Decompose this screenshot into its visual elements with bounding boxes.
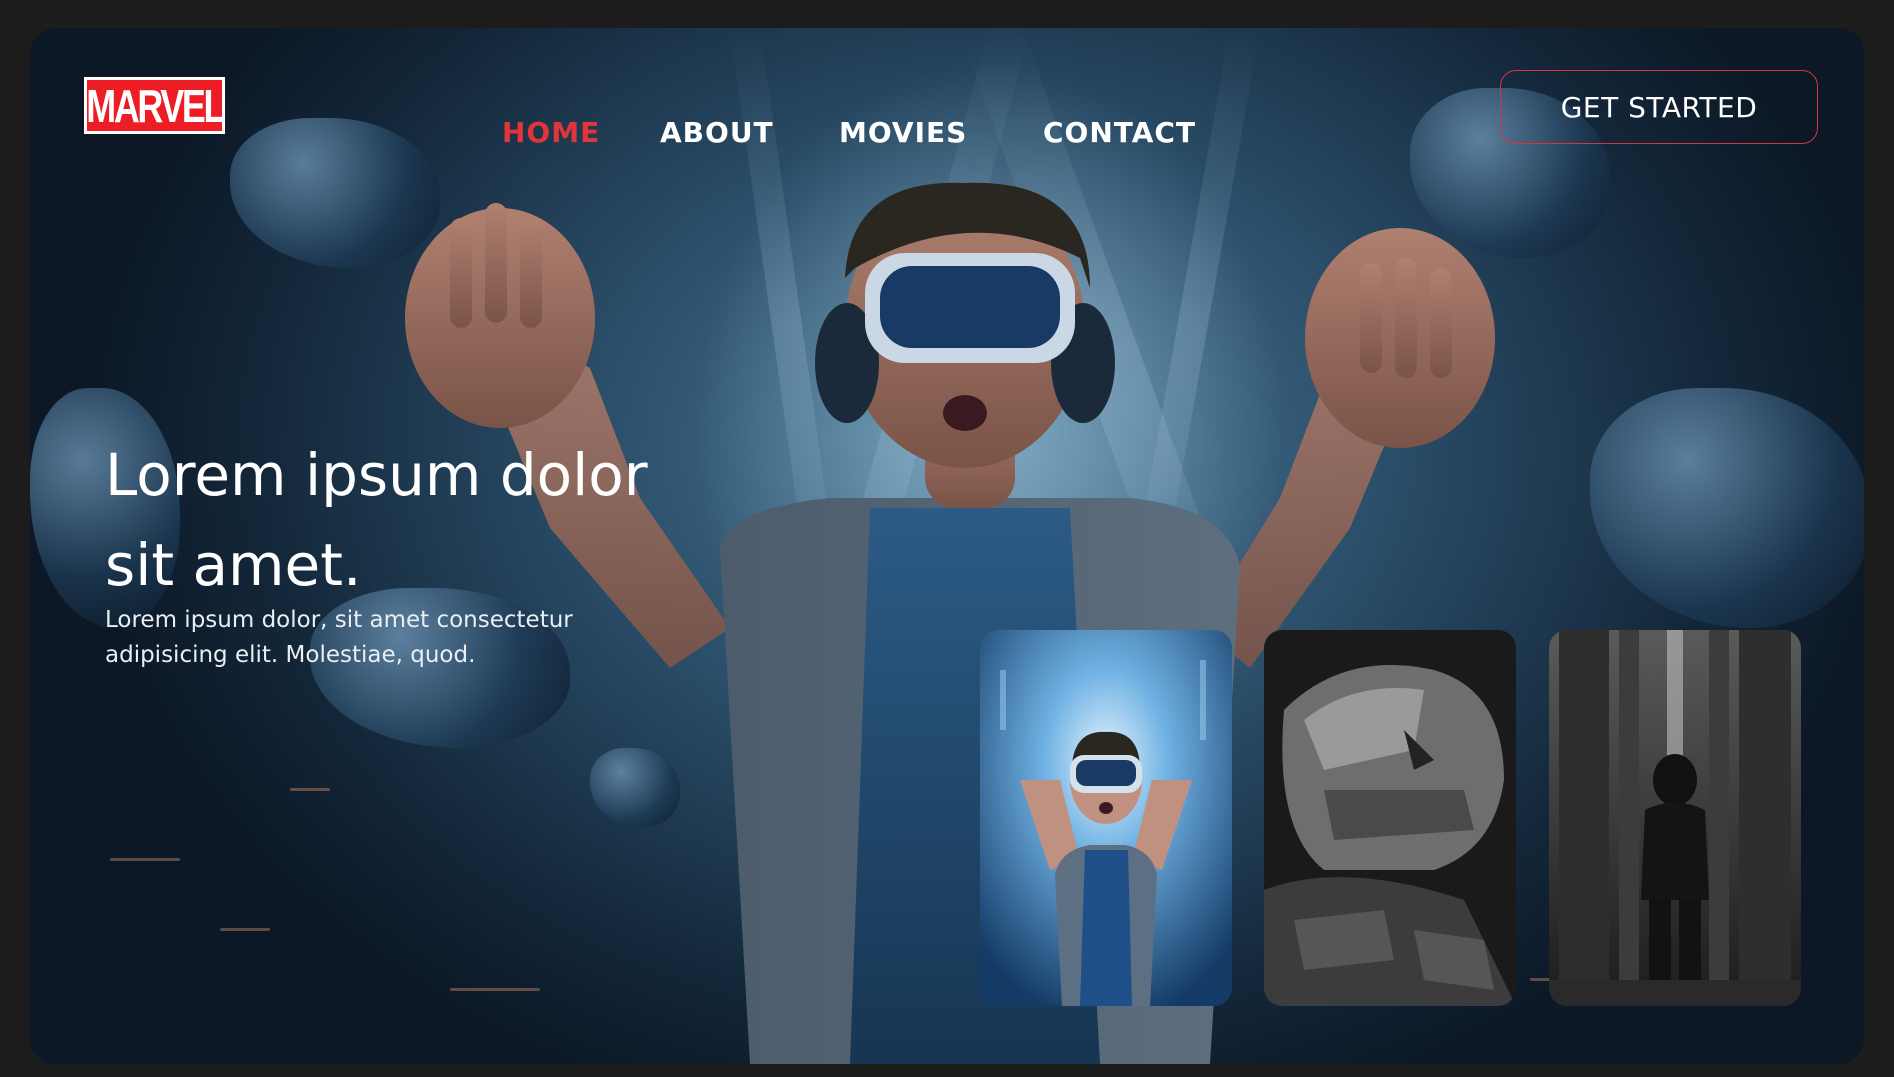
gallery-card-robot-tiger[interactable] bbox=[1264, 630, 1516, 1006]
hero-subtitle: Lorem ipsum dolor, sit amet consectetur … bbox=[105, 607, 573, 668]
nav-item-about[interactable]: ABOUT bbox=[660, 116, 774, 149]
nav-item-home[interactable]: HOME bbox=[502, 116, 600, 149]
marvel-logo[interactable]: MARVEL bbox=[84, 77, 225, 134]
masked-figure-image bbox=[1549, 630, 1801, 1006]
gallery-card-masked-figure[interactable] bbox=[1549, 630, 1801, 1006]
robot-tiger-image bbox=[1264, 630, 1516, 1006]
nav-item-movies[interactable]: MOVIES bbox=[839, 116, 967, 149]
get-started-button[interactable]: GET STARTED bbox=[1500, 70, 1818, 144]
vr-kid-image bbox=[980, 630, 1232, 1006]
gallery-card-vr-kid[interactable] bbox=[980, 630, 1232, 1006]
logo-text: MARVEL bbox=[86, 79, 225, 132]
nav-item-contact[interactable]: CONTACT bbox=[1043, 116, 1196, 149]
hero-title: Lorem ipsum dolor sit amet. bbox=[105, 441, 648, 599]
hero-section: MARVEL HOME ABOUT MOVIES CONTACT GET STA… bbox=[30, 28, 1864, 1064]
